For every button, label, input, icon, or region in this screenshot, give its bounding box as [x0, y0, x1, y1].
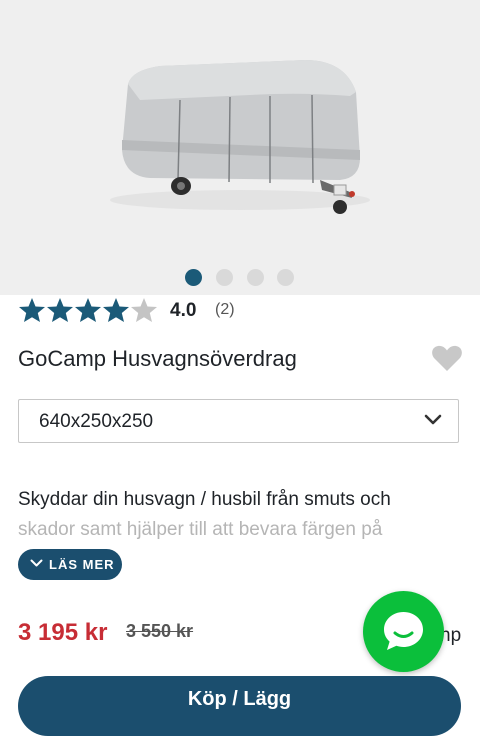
star-icon: [103, 298, 129, 322]
star-icon: [47, 298, 73, 322]
variant-select-value: 640x250x250: [39, 411, 154, 432]
chat-widget-button[interactable]: [363, 591, 444, 672]
add-to-cart-label: Köp / Lägg: [187, 688, 292, 710]
gallery-dot-4[interactable]: [277, 269, 294, 286]
product-title: GoCamp Husvagnsöverdrag: [18, 346, 297, 371]
read-more-label: LÄS MER: [49, 557, 115, 572]
product-image-gallery[interactable]: [0, 0, 480, 295]
rating-value: 4.0: [170, 300, 197, 321]
product-description: Skyddar din husvagn / husbil från smuts …: [18, 485, 463, 547]
star-icon: [75, 298, 101, 322]
variant-select[interactable]: 640x250x250: [18, 399, 459, 443]
star-icon: [19, 298, 45, 322]
caravan-image: [0, 0, 480, 295]
chevron-down-icon: [30, 559, 43, 567]
rating-stars: [19, 298, 157, 322]
add-to-cart-button[interactable]: Köp / Lägg: [18, 676, 461, 736]
current-price: 3 195 kr: [18, 619, 108, 646]
description-line-2: skador samt hjälper till att bevara färg…: [18, 519, 383, 540]
chevron-down-icon: [424, 414, 442, 425]
gallery-pagination: [0, 269, 480, 287]
gallery-dot-1[interactable]: [185, 269, 202, 286]
chat-icon: [384, 612, 423, 650]
gallery-dot-3[interactable]: [247, 269, 264, 286]
star-empty-icon: [131, 298, 157, 322]
gallery-dot-2[interactable]: [216, 269, 233, 286]
original-price: 3 550 kr: [126, 621, 194, 641]
rating-count: (2): [215, 301, 235, 318]
read-more-button[interactable]: LÄS MER: [18, 549, 122, 580]
description-line-1: Skyddar din husvagn / husbil från smuts …: [18, 489, 391, 510]
heart-icon[interactable]: [431, 344, 463, 372]
